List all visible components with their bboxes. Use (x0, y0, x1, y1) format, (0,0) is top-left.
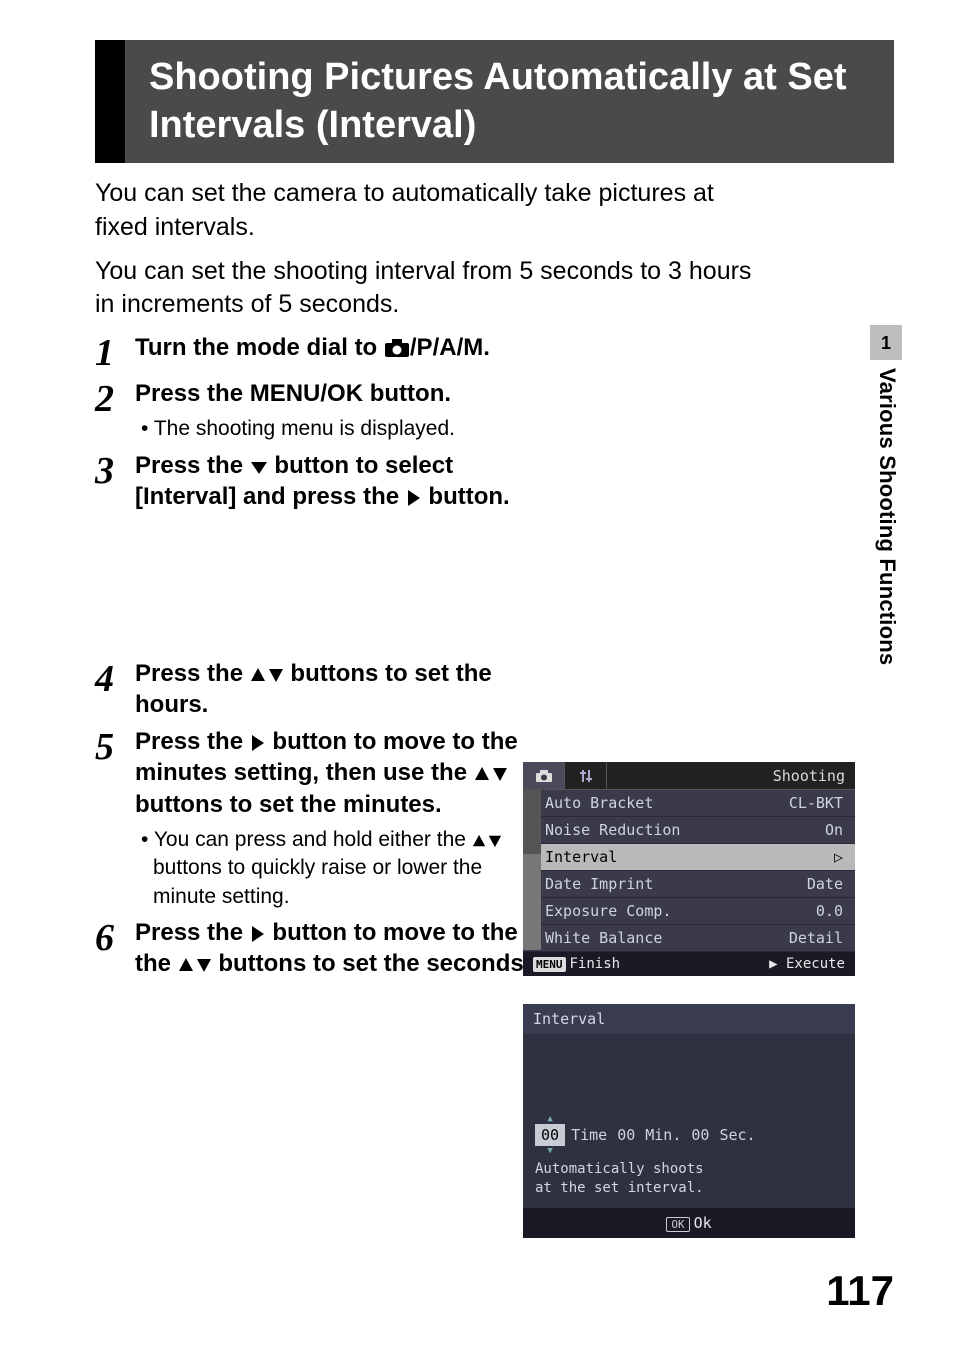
chapter-number-tab: 1 (870, 325, 902, 360)
page-number: 117 (826, 1267, 894, 1315)
lcd-footer-left: MENUFinish (533, 956, 620, 972)
step-number: 6 (95, 917, 135, 957)
minutes-unit: Min. (645, 1126, 681, 1144)
step-2-text: Press the MENU/OK button. • The shooting… (135, 378, 855, 444)
up-down-triangles-icon (474, 765, 508, 783)
lcd-row-label: White Balance (545, 929, 662, 947)
t: Press the (135, 919, 250, 946)
t: Press the (135, 660, 250, 687)
lcd-row-label: Exposure Comp. (545, 902, 671, 920)
camera-icon (384, 338, 410, 358)
lcd-menu-row: Interval ▷ (523, 844, 855, 871)
step-1-text: Turn the mode dial to /P/A/M. (135, 332, 855, 363)
lcd-row-value: On (825, 821, 843, 839)
lcd-row-label: Date Imprint (545, 875, 653, 893)
t: buttons to set the seconds. (212, 950, 531, 977)
lcd-interval-dialog: Interval ▲00▼ Time 00 Min. 00 Sec. Autom… (523, 1004, 855, 1238)
step-5-bullet: • You can press and hold either the butt… (135, 826, 525, 911)
lcd-menu-row: Noise Reduction On (523, 817, 855, 844)
section-title: Shooting Pictures Automatically at Set I… (125, 40, 894, 163)
lcd-row-value: Date (807, 875, 843, 893)
seconds-value: 00 (687, 1124, 713, 1146)
section-header-tab (95, 40, 125, 163)
step-1-post: /P/A/M. (410, 334, 490, 361)
minutes-value: 00 (613, 1124, 639, 1146)
lcd-menu-row: Auto Bracket CL-BKT (523, 790, 855, 817)
seconds-unit: Sec. (719, 1126, 755, 1144)
right-triangle-icon (250, 734, 266, 752)
down-triangle-icon (250, 460, 268, 476)
t: Press the (135, 452, 250, 479)
up-down-triangles-icon (472, 833, 502, 849)
t: button. (422, 483, 510, 510)
lcd-row-value: CL-BKT (789, 794, 843, 812)
step-1-pre: Turn the mode dial to (135, 334, 384, 361)
step-number: 5 (95, 726, 135, 766)
t: Press the (135, 728, 250, 755)
lcd-menu-row: White Balance Detail (523, 925, 855, 952)
right-triangle-icon (406, 489, 422, 507)
t: buttons to set the minutes. (135, 791, 442, 818)
step-2: 2 Press the MENU/OK button. • The shooti… (95, 378, 855, 444)
step-number: 1 (95, 332, 135, 372)
lcd2-title: Interval (523, 1004, 855, 1034)
up-down-triangles-icon (178, 956, 212, 974)
lcd-footer-right: ▶ Execute (769, 956, 845, 972)
chapter-label: Various Shooting Functions (874, 368, 900, 665)
step-4: 4 Press the buttons to set the hours. (95, 658, 855, 720)
lcd-row-label: Auto Bracket (545, 794, 653, 812)
step-5-text: Press the button to move to the minutes … (135, 726, 525, 911)
step-2-main: Press the MENU/OK button. (135, 380, 451, 407)
up-down-triangles-icon (250, 666, 284, 684)
step-number: 4 (95, 658, 135, 698)
lcd-menu-row: Date Imprint Date (523, 871, 855, 898)
step-number: 3 (95, 450, 135, 490)
lcd-scrollbar (523, 790, 541, 950)
intro-paragraph-1: You can set the camera to automatically … (95, 177, 755, 245)
lcd2-ok-row: OKOk (523, 1208, 855, 1238)
lcd-row-value: Detail (789, 929, 843, 947)
step-2-bullet: • The shooting menu is displayed. (135, 415, 855, 443)
step-number: 2 (95, 378, 135, 418)
lcd-shooting-menu: Shooting Auto Bracket CL-BKT Noise Reducti… (523, 762, 855, 976)
hours-unit: Time (571, 1126, 607, 1144)
lcd-menu-row: Exposure Comp. 0.0 (523, 898, 855, 925)
right-triangle-icon (250, 925, 266, 943)
lcd2-message: Automatically shoots at the set interval… (523, 1156, 855, 1208)
lcd-tab-camera-icon (523, 762, 565, 789)
hours-value: ▲00▼ (535, 1124, 565, 1146)
intro-paragraph-2: You can set the shooting interval from 5… (95, 255, 755, 323)
lcd-tab-settings-icon (565, 762, 607, 789)
step-4-text: Press the buttons to set the hours. (135, 658, 525, 720)
lcd-row-label: Noise Reduction (545, 821, 680, 839)
lcd-row-value: ▷ (834, 848, 843, 866)
step-1: 1 Turn the mode dial to /P/A/M. (95, 332, 855, 372)
step-3: 3 Press the button to select [Interval] … (95, 450, 855, 512)
lcd-row-value: 0.0 (816, 902, 843, 920)
lcd-row-label: Interval (545, 848, 617, 866)
step-3-text: Press the button to select [Interval] an… (135, 450, 525, 512)
section-header: Shooting Pictures Automatically at Set I… (95, 40, 894, 163)
lcd2-input-row: ▲00▼ Time 00 Min. 00 Sec. (523, 1096, 855, 1156)
lcd-header-right: Shooting (773, 767, 855, 785)
